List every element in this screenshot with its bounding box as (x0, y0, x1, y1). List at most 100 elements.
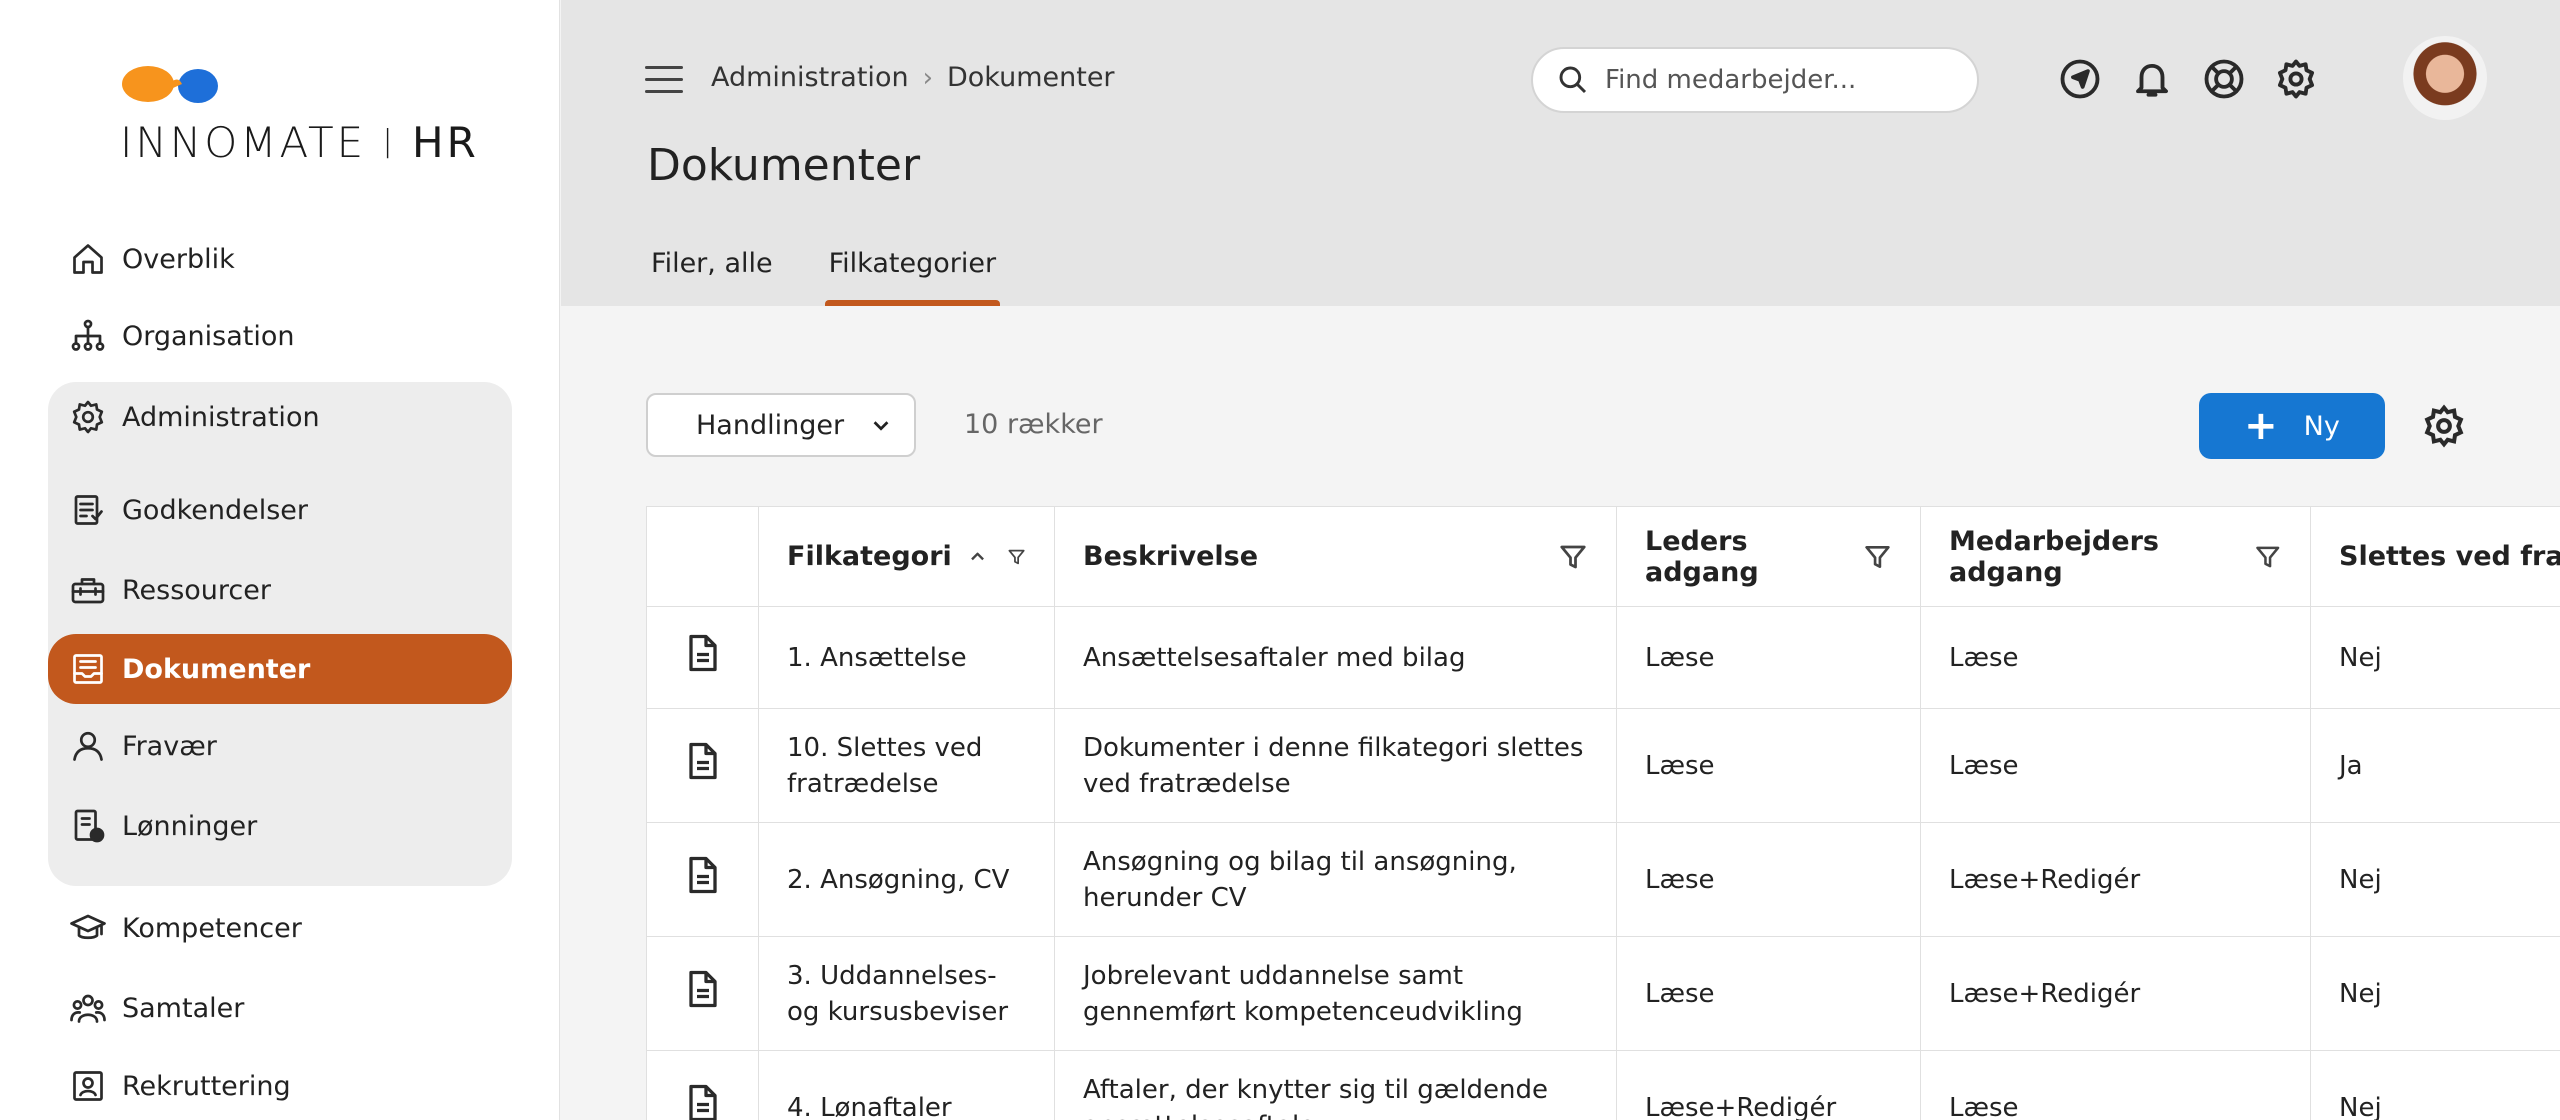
sort-ascending-icon[interactable] (968, 542, 987, 572)
column-header-medarbejders-adgang[interactable]: Medarbejders adgang (1920, 506, 2311, 607)
column-header-slettes-ved-fratraedelse[interactable]: Slettes ved fratræ (2310, 506, 2560, 607)
breadcrumb: Administration › Dokumenter (711, 62, 1115, 93)
sidebar-item-label: Organisation (122, 320, 295, 352)
filter-icon[interactable] (2254, 542, 2282, 572)
table-row[interactable]: 10. Slettes ved fratrædelse Dokumenter i… (646, 708, 2560, 823)
top-header: Administration › Dokumenter Dokumenter F… (561, 0, 2560, 306)
row-icon-cell (646, 936, 759, 1051)
header-icons (2057, 56, 2345, 102)
sidebar-item-fravaer[interactable]: Fravær (48, 711, 512, 781)
sidebar-item-label: Administration (122, 401, 320, 433)
filter-icon[interactable] (1863, 542, 1892, 572)
sidebar-item-label: Lønninger (122, 810, 258, 842)
cell-manager-access: Læse (1616, 606, 1921, 709)
chevron-right-icon: › (922, 62, 933, 93)
column-header-beskrivelse[interactable]: Beskrivelse (1054, 506, 1617, 607)
document-icon (688, 970, 717, 1007)
table-row[interactable]: 4. Lønaftaler Aftaler, der knytter sig t… (646, 1050, 2560, 1120)
graduation-cap-icon (70, 910, 106, 946)
gear-icon (70, 399, 106, 435)
sidebar-item-label: Fravær (122, 730, 217, 762)
user-avatar[interactable] (2403, 36, 2487, 120)
recruitment-icon (70, 1068, 106, 1104)
cell-employee-access: Læse (1920, 708, 2311, 823)
person-icon (70, 728, 106, 764)
sidebar-item-godkendelser[interactable]: Godkendelser (48, 475, 512, 545)
table-row[interactable]: 1. Ansættelse Ansættelsesaftaler med bil… (646, 606, 2560, 709)
sidebar-item-loenninger[interactable]: Lønninger (48, 791, 512, 861)
table-row[interactable]: 3. Uddannelses- og kursusbeviser Jobrele… (646, 936, 2560, 1051)
table-header-row: Filkategori Beskrivelse Leders adgang Me… (646, 506, 2560, 607)
settings-icon[interactable] (2273, 56, 2319, 102)
sidebar-item-samtaler[interactable]: Samtaler (48, 973, 512, 1043)
cell-delete-on-termination: Nej (2310, 1050, 2560, 1120)
sidebar-item-dokumenter[interactable]: Dokumenter (48, 634, 512, 704)
actions-dropdown[interactable]: Handlinger (646, 393, 916, 457)
home-icon (70, 241, 106, 277)
row-icon-cell (646, 822, 759, 937)
cell-description: Ansøgning og bilag til ansøgning, herund… (1054, 822, 1617, 937)
column-header-label: Filkategori (787, 541, 952, 572)
tab-filkategorier[interactable]: Filkategorier (824, 248, 1001, 306)
search-input[interactable] (1605, 65, 1965, 95)
bell-icon[interactable] (2129, 56, 2175, 102)
cell-category: 3. Uddannelses- og kursusbeviser (758, 936, 1055, 1051)
new-button[interactable]: + Ny (2199, 393, 2385, 459)
tab-filer-alle[interactable]: Filer, alle (647, 248, 777, 306)
column-header-filkategori[interactable]: Filkategori (758, 506, 1055, 607)
document-tray-icon (70, 651, 106, 687)
logo-mark-icon (122, 66, 218, 103)
sidebar-item-label: Overblik (122, 243, 235, 275)
row-icon-cell (646, 1050, 759, 1120)
column-header-label: Medarbejders adgang (1949, 525, 2159, 588)
filter-icon[interactable] (1007, 542, 1026, 572)
cell-manager-access: Læse (1616, 822, 1921, 937)
document-icon (688, 1084, 717, 1120)
cell-category: 4. Lønaftaler (758, 1050, 1055, 1120)
sidebar-item-label: Dokumenter (122, 653, 311, 685)
breadcrumb-administration[interactable]: Administration (711, 62, 909, 93)
cell-delete-on-termination: Nej (2310, 606, 2560, 709)
logo-separator: | (382, 124, 396, 159)
sidebar-item-administration[interactable]: Administration (48, 382, 512, 452)
sidebar-item-label: Ressourcer (122, 574, 271, 606)
sidebar-item-organisation[interactable]: Organisation (48, 301, 512, 371)
filter-icon[interactable] (1558, 542, 1588, 572)
row-icon-cell (646, 708, 759, 823)
logo-name-part1: INNOMATE (120, 118, 367, 167)
cell-delete-on-termination: Nej (2310, 822, 2560, 937)
sidebar-item-overblik[interactable]: Overblik (48, 224, 512, 294)
cell-employee-access: Læse+Redigér (1920, 936, 2311, 1051)
approval-doc-icon (70, 492, 106, 528)
sidebar-item-ressourcer[interactable]: Ressourcer (48, 555, 512, 625)
sidebar-item-rekruttering[interactable]: Rekruttering (48, 1051, 512, 1120)
org-chart-icon (70, 318, 106, 354)
logo-name-part2: HR (412, 118, 479, 167)
sidebar-item-label: Samtaler (122, 992, 245, 1024)
sidebar: INNOMATE | HR Overblik Organisation Admi… (0, 0, 560, 1120)
lifebuoy-icon[interactable] (2201, 56, 2247, 102)
cell-description: Aftaler, der knytter sig til gældende an… (1054, 1050, 1617, 1120)
page-title: Dokumenter (647, 140, 921, 191)
file-categories-table: Filkategori Beskrivelse Leders adgang Me… (646, 506, 2560, 1120)
cell-description: Ansættelsesaftaler med bilag (1054, 606, 1617, 709)
menu-toggle-icon[interactable] (645, 66, 683, 96)
column-header-label: Beskrivelse (1083, 541, 1259, 572)
chevron-down-icon (873, 421, 889, 431)
table-row[interactable]: 2. Ansøgning, CV Ansøgning og bilag til … (646, 822, 2560, 937)
innomate-hr-logo[interactable]: INNOMATE | HR (120, 62, 476, 172)
sidebar-item-label: Godkendelser (122, 494, 309, 526)
sidebar-item-label: Rekruttering (122, 1070, 291, 1102)
search-icon (1559, 66, 1587, 94)
tab-bar: Filer, alle Filkategorier (647, 248, 1048, 306)
cell-employee-access: Læse+Redigér (1920, 822, 2311, 937)
column-header-icon (646, 506, 759, 607)
cell-category: 10. Slettes ved fratrædelse (758, 708, 1055, 823)
cell-delete-on-termination: Nej (2310, 936, 2560, 1051)
table-settings-icon[interactable] (2422, 404, 2466, 448)
column-header-leders-adgang[interactable]: Leders adgang (1616, 506, 1921, 607)
document-icon (688, 856, 717, 893)
sidebar-item-kompetencer[interactable]: Kompetencer (48, 893, 512, 963)
navigation-arrow-icon[interactable] (2057, 56, 2103, 102)
logo-text: INNOMATE | HR (120, 118, 479, 167)
